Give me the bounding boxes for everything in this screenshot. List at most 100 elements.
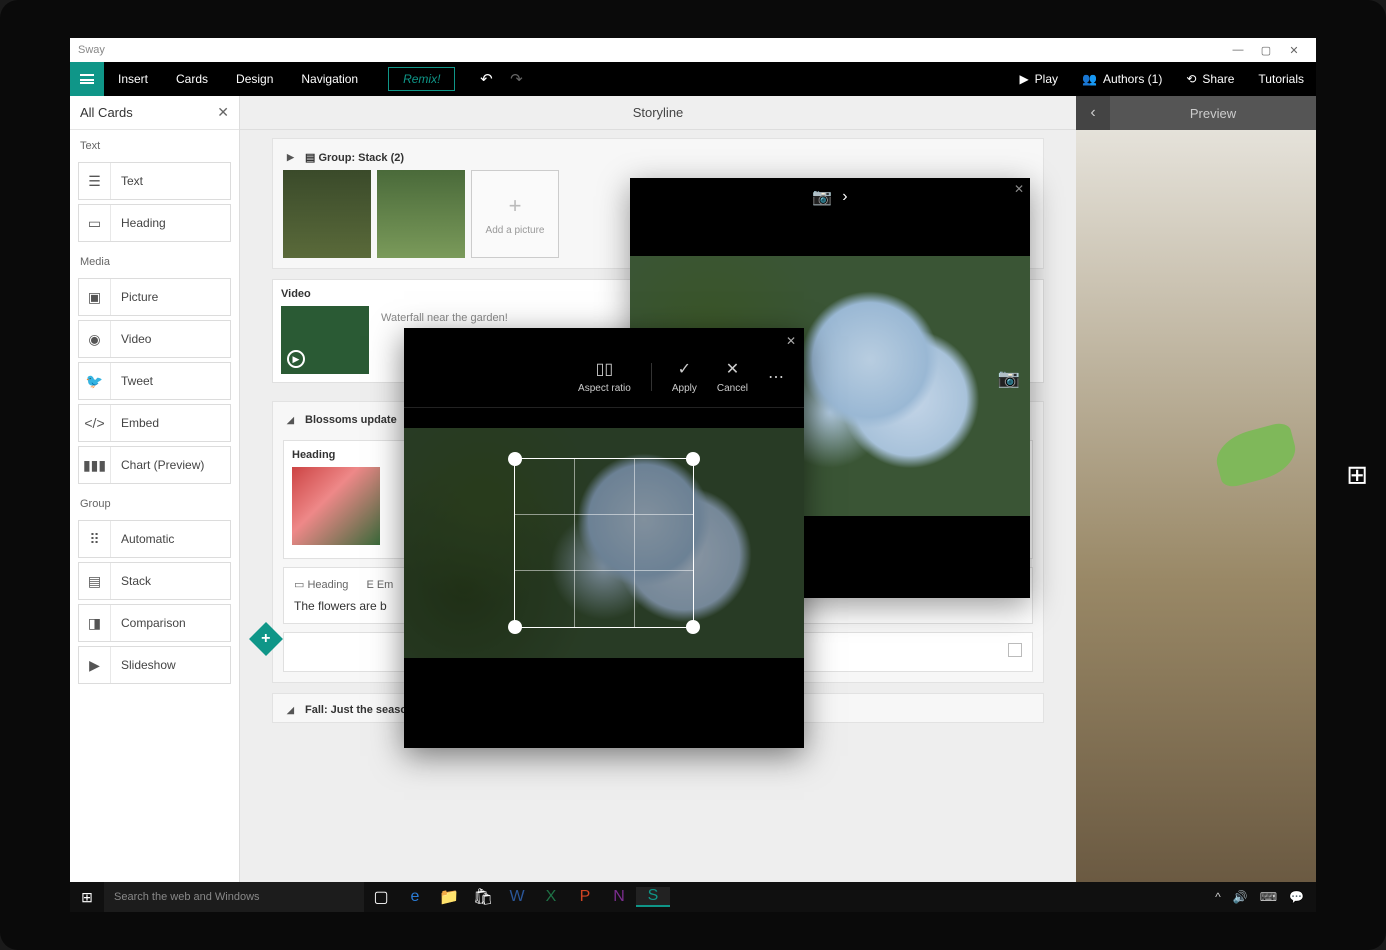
card-stack[interactable]: ▤Stack [78,562,231,600]
stack-icon: ▤ [79,563,111,599]
task-view-icon[interactable]: ▢ [364,887,398,907]
expand-icon[interactable]: ▶ [287,152,294,163]
tutorials-button[interactable]: Tutorials [1246,72,1316,86]
camera-icon[interactable]: 📷 [812,187,832,207]
video-icon: ◉ [79,321,111,357]
sidebar-title: All Cards [80,105,133,120]
sway-icon[interactable]: S [636,887,670,907]
tray-notifications-icon[interactable]: 💬 [1289,890,1304,904]
menu-navigation[interactable]: Navigation [287,62,372,96]
chart-icon: ▮▮▮ [79,447,111,483]
crop-handle-bl[interactable] [508,620,522,634]
authors-button[interactable]: 👥Authors (1) [1070,72,1174,86]
hamburger-icon [80,74,94,84]
card-text[interactable]: ☰Text [78,162,231,200]
text-card-content[interactable]: The flowers are b [294,599,387,613]
camera-next-icon[interactable]: › [842,188,847,206]
heading-icon: ▭ [79,205,111,241]
plus-icon: + [261,630,270,648]
sidebar-close-button[interactable]: ✕ [217,104,229,121]
plus-icon: + [509,193,522,219]
camera-capture-icon[interactable]: 📷 [998,368,1020,389]
card-slideshow[interactable]: ▶Slideshow [78,646,231,684]
card-comparison[interactable]: ◨Comparison [78,604,231,642]
sidebar-group-group: Group [70,488,239,516]
taskbar-search[interactable]: Search the web and Windows [104,882,364,912]
undo-button[interactable]: ↶ [471,70,501,88]
storyline-title: Storyline [240,96,1076,130]
sidebar-group-media: Media [70,246,239,274]
card-video[interactable]: ◉Video [78,320,231,358]
cancel-button[interactable]: ✕Cancel [717,359,748,394]
edge-icon[interactable]: e [398,888,432,906]
preview-panel: ‹ Preview [1076,96,1316,882]
menu-insert[interactable]: Insert [104,62,162,96]
heading-thumb[interactable] [292,467,380,545]
collapse-icon[interactable]: ◢ [287,415,294,426]
apply-button[interactable]: ✓Apply [672,359,697,394]
sidebar-group-text: Text [70,130,239,158]
card-automatic[interactable]: ⠿Automatic [78,520,231,558]
more-button[interactable]: ⋯ [768,367,784,387]
people-icon: 👥 [1082,72,1097,86]
video-thumb[interactable]: ▶ [281,306,369,374]
app-toolbar: Insert Cards Design Navigation Remix! ↶ … [70,62,1316,96]
play-button[interactable]: ▶Play [1007,72,1070,86]
preview-back-button[interactable]: ‹ [1076,96,1110,130]
powerpoint-icon[interactable]: P [568,888,602,906]
card-tweet[interactable]: 🐦Tweet [78,362,231,400]
crop-editor-overlay: ✕ ▯▯Aspect ratio ✓Apply ✕Cancel ⋯ [404,328,804,748]
preview-title: Preview [1110,106,1316,121]
text-icon: ☰ [79,163,111,199]
stack-thumb-2[interactable] [377,170,465,258]
camera-close-button[interactable]: ✕ [1014,182,1024,196]
menu-cards[interactable]: Cards [162,62,222,96]
emphasis-format-icon[interactable]: E Em [366,579,393,591]
play-icon: ▶ [287,350,305,368]
check-icon: ✓ [678,359,691,379]
picture-icon: ▣ [79,279,111,315]
card-embed[interactable]: </>Embed [78,404,231,442]
crop-close-button[interactable]: ✕ [786,334,796,348]
tray-keyboard-icon[interactable]: ⌨ [1260,890,1277,904]
collapse-icon[interactable]: ◢ [287,705,294,716]
excel-icon[interactable]: X [534,888,568,906]
leaf-graphic [1211,420,1301,489]
checkbox-icon[interactable] [1008,643,1022,657]
start-button[interactable]: ⊞ [70,889,104,906]
card-picture[interactable]: ▣Picture [78,278,231,316]
group-stack-label: Group: Stack (2) [318,152,404,164]
tray-volume-icon[interactable]: 🔊 [1233,890,1248,904]
window-title: Sway [78,44,105,56]
stack-thumb-1[interactable] [283,170,371,258]
window-minimize-button[interactable]: — [1224,44,1252,56]
card-chart[interactable]: ▮▮▮Chart (Preview) [78,446,231,484]
redo-button[interactable]: ↷ [501,70,531,88]
word-icon[interactable]: W [500,888,534,906]
share-button[interactable]: ⟲Share [1174,72,1246,86]
onenote-icon[interactable]: N [602,888,636,906]
crop-handle-br[interactable] [686,620,700,634]
crop-handle-tl[interactable] [508,452,522,466]
aspect-ratio-icon: ▯▯ [596,359,614,379]
store-icon[interactable]: 🛍 [466,887,500,907]
crop-selection[interactable] [514,458,694,628]
stack-group-icon: ▤ [305,152,318,164]
hamburger-button[interactable] [70,62,104,96]
heading-format-icon[interactable]: ▭ Heading [294,578,348,591]
crop-handle-tr[interactable] [686,452,700,466]
more-icon: ⋯ [768,367,784,387]
play-icon: ▶ [1019,72,1028,86]
file-explorer-icon[interactable]: 📁 [432,887,466,907]
window-maximize-button[interactable]: ▢ [1252,44,1280,57]
remix-button[interactable]: Remix! [388,67,455,91]
tray-chevron-icon[interactable]: ^ [1215,890,1221,904]
window-close-button[interactable]: ✕ [1280,44,1308,57]
card-heading[interactable]: ▭Heading [78,204,231,242]
slideshow-icon: ▶ [79,647,111,683]
menu-design[interactable]: Design [222,62,287,96]
add-picture-button[interactable]: +Add a picture [471,170,559,258]
preview-background [1076,130,1316,882]
blossoms-label: Blossoms update [305,414,397,426]
aspect-ratio-button[interactable]: ▯▯Aspect ratio [578,359,631,394]
